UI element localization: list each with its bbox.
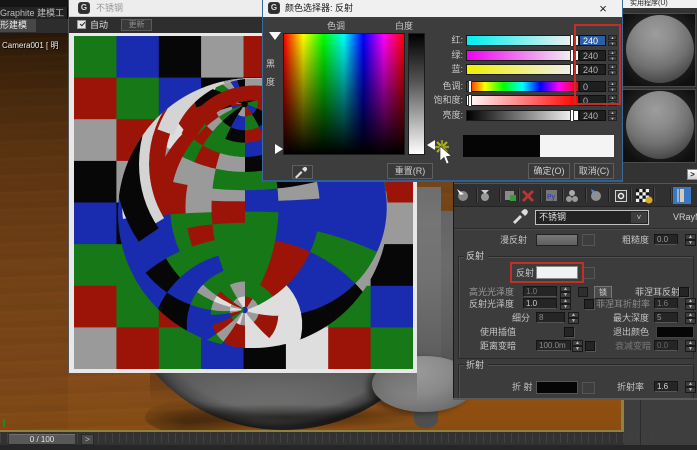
svg-text:Py: Py: [547, 194, 556, 201]
